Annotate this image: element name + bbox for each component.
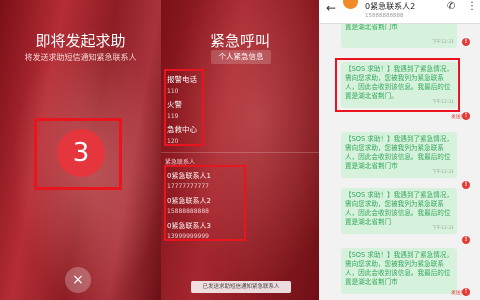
sms-message-text: 【SOS 求助！】我遇到了紧急情况，需向您求助，您被我列为紧急联系人，因此会收到… (345, 251, 453, 286)
emergency-call-screen: 紧急呼叫 个人紧急信息 报警电话 110 火警 119 急救中心 120 紧急联… (161, 0, 319, 300)
sms-message-time: 下午12:31 (432, 100, 454, 105)
contact-item[interactable]: 0紧急联系人1 17777777777 (167, 171, 211, 190)
sms-message[interactable]: 【SOS 求助！】我遇到了紧急情况，需向您求助，您被我列为紧急联系人，因此会收到… (341, 248, 457, 294)
sms-message-time: 下午12:31 (432, 170, 454, 175)
close-icon[interactable]: × (65, 267, 91, 293)
service-name: 火警 (167, 100, 182, 109)
sms-message[interactable]: 【SOS 求助！】我遇到了紧急情况，需向您求助，您被我列为紧急联系人，因此会收到… (341, 188, 457, 234)
countdown-number: 3 (57, 129, 105, 177)
sms-message[interactable]: 【SOS 求助！】我遇到了紧急情况，需向您求助，您被我列为紧急联系人，因此会收到… (341, 132, 457, 178)
back-arrow-icon[interactable]: ← (326, 1, 336, 15)
contact-name: 0紧急联系人1 (167, 172, 211, 180)
countdown-title: 即将发起求助 (35, 32, 126, 50)
avatar (343, 0, 358, 9)
sent-toast: 已发送求助短信通知紧急联系人 (191, 281, 291, 293)
contact-number: 17777777777 (167, 183, 209, 190)
contact-name: 0紧急联系人2 (167, 197, 211, 205)
chat-contact-name: 0紧急联系人2 (365, 2, 416, 11)
sms-message[interactable]: 【SOS 求助！】我遇到了紧急情况，需向您求助，您被我列为紧急联系人，因此会收到… (341, 62, 457, 108)
divider (161, 152, 319, 153)
sms-message-text: 【SOS 求助！】我遇到了紧急情况，需向您求助，您被我列为紧急联系人，因此会收到… (345, 135, 453, 170)
contact-item[interactable]: 0紧急联系人3 13999999999 (167, 221, 211, 240)
contact-name: 0紧急联系人3 (167, 222, 211, 230)
contact-number: 15888888888 (167, 208, 209, 215)
contact-number: 13999999999 (167, 233, 209, 240)
service-number: 120 (167, 138, 179, 145)
chat-header: ← 0紧急联系人2 15888888888 ✆ ⋮ (319, 0, 480, 24)
service-number: 119 (167, 113, 179, 120)
error-icon[interactable]: ! (462, 181, 470, 189)
sms-chat-screen: ← 0紧急联系人2 15888888888 ✆ ⋮ 紧急联系人，您被我列为紧急联… (319, 0, 480, 300)
more-icon[interactable]: ⋮ (467, 1, 477, 12)
error-icon[interactable]: ! (462, 38, 470, 46)
service-name: 急救中心 (167, 125, 197, 134)
countdown-subtitle: 将发送求助短信通知紧急联系人 (24, 53, 137, 62)
sms-message-text: 【SOS 求助！】我遇到了紧急情况，需向您求助，您被我列为紧急联系人，因此会收到… (345, 191, 453, 226)
contact-item[interactable]: 0紧急联系人2 15888888888 (167, 196, 211, 215)
service-police[interactable]: 报警电话 110 (167, 74, 197, 95)
personal-info-button[interactable]: 个人紧急信息 (211, 50, 271, 64)
error-icon[interactable]: ! (462, 236, 470, 244)
emergency-title: 紧急呼叫 (209, 32, 270, 50)
sms-message-time: 下午12:31 (432, 226, 454, 231)
service-number: 110 (167, 88, 179, 95)
service-ambulance[interactable]: 急救中心 120 (167, 124, 197, 145)
service-name: 报警电话 (167, 75, 197, 84)
sms-message-text: 【SOS 求助！】我遇到了紧急情况，需向您求助，您被我列为紧急联系人，因此会收到… (345, 65, 453, 100)
chat-contact-number: 15888888888 (365, 13, 404, 19)
sms-message-time: 下午12:31 (432, 40, 454, 45)
countdown-screen: 即将发起求助 将发送求助短信通知紧急联系人 3 × (0, 0, 161, 300)
failed-label: 发送失败 (451, 291, 471, 296)
service-fire[interactable]: 火警 119 (167, 99, 182, 120)
phone-icon[interactable]: ✆ (447, 1, 455, 12)
failed-label: 发送失败 (451, 115, 471, 120)
